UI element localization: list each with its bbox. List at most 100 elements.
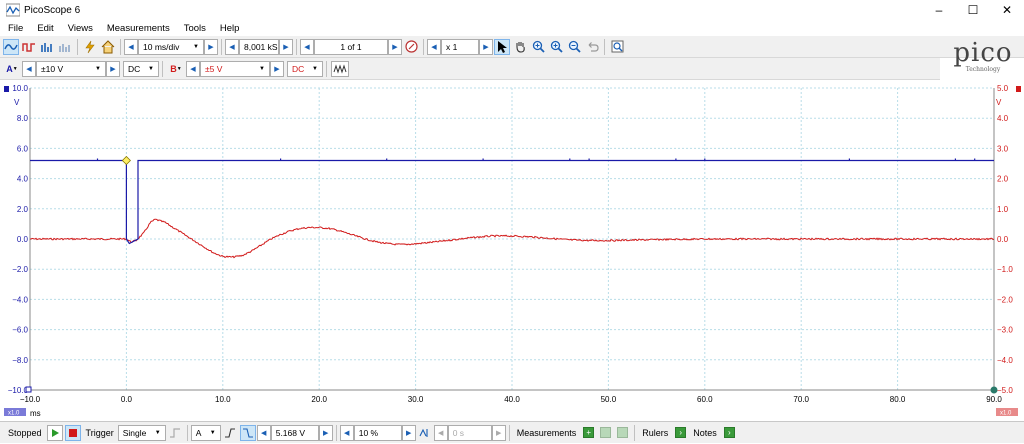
trigger-source-select[interactable]: A ▼ [190, 424, 221, 441]
lightning-icon [85, 40, 95, 53]
channel-a-range-select[interactable]: ±10 V ▼ [36, 60, 106, 77]
timebase-increase-button[interactable]: ▶ [204, 38, 218, 55]
timebase-decrease-button[interactable]: ◀ [124, 38, 138, 55]
hand-tool-button[interactable] [512, 39, 528, 55]
delay-field[interactable]: 0 s [447, 424, 492, 441]
scope-mode-button[interactable] [3, 38, 19, 55]
left-axis-unit: V [14, 98, 20, 107]
samples-field[interactable]: 8,001 kS [239, 38, 279, 55]
zoom-out-button[interactable] [566, 39, 582, 55]
toolbar-separator [77, 38, 78, 55]
menu-measurements[interactable]: Measurements [107, 23, 170, 34]
delete-measurement-button[interactable] [617, 427, 629, 438]
add-measurement-button[interactable]: + [583, 427, 595, 438]
trigger-level-increase[interactable]: ▶ [318, 424, 333, 441]
timebase-select[interactable]: 10 ms/div ▼ [138, 38, 204, 55]
trigger-mode-value: Single [122, 427, 147, 438]
channel-a-offset-handle[interactable] [25, 386, 32, 393]
minimize-button[interactable]: – [922, 0, 956, 20]
samples-decrease-button[interactable]: ◀ [225, 38, 239, 55]
time-tick-label: 80.0 [890, 395, 906, 404]
edit-measurement-button[interactable] [600, 427, 612, 438]
pico-logo: pico Technology [948, 40, 1018, 78]
chevron-down-icon: ▼ [259, 65, 265, 72]
trigger-level-value: 5.168 V [275, 427, 306, 438]
channel-b-options-button[interactable]: B ▼ [167, 61, 185, 77]
rulers-button[interactable]: › [675, 427, 687, 438]
channel-b-axis-marker[interactable] [1016, 86, 1021, 92]
buffer-overview-button[interactable] [403, 39, 419, 55]
pointer-tool-button[interactable] [494, 38, 510, 55]
automotive-button[interactable] [82, 39, 98, 55]
channel-b-coupling-select[interactable]: DC ▼ [287, 60, 323, 77]
buffer-previous-button[interactable]: ◀ [300, 38, 314, 55]
channel-b-range-increase[interactable]: ▶ [270, 60, 284, 77]
channel-b-range-select[interactable]: ±5 V ▼ [200, 60, 270, 77]
channel-b-offset-handle[interactable] [990, 386, 998, 394]
timebase-value: 10 ms/div [143, 41, 180, 52]
buffer-next-button[interactable]: ▶ [388, 38, 402, 55]
home-button[interactable] [100, 39, 116, 55]
delay-increase[interactable]: ▶ [491, 424, 506, 441]
rising-edge-icon [224, 427, 235, 438]
channel-a-range-increase[interactable]: ▶ [106, 60, 120, 77]
persistence-mode-button[interactable] [21, 39, 37, 55]
channel-a-axis-marker[interactable] [4, 86, 9, 92]
right-tick-label: 5.0 [997, 84, 1009, 93]
start-button[interactable] [46, 424, 63, 441]
advanced-trigger-button[interactable] [167, 425, 183, 441]
falling-edge-button[interactable] [239, 424, 256, 441]
spectrum-mode-button[interactable] [39, 39, 55, 55]
channel-a-range: ±10 V [41, 63, 64, 74]
toolbar-separator [296, 38, 297, 55]
samples-increase-button[interactable]: ▶ [279, 38, 293, 55]
pre-trigger-decrease[interactable]: ◀ [339, 424, 354, 441]
oscilloscope-view[interactable]: 10.0 8.0 6.0 4.0 2.0 0.0 −2.0 −4.0 −6.0 −8.0 −10.0… [0, 80, 1024, 420]
zoom-field[interactable]: x 1 [441, 38, 479, 55]
status-bar: Stopped Trigger Single ▼ A ▼ ◀ 5.168 V ▶… [0, 421, 1024, 443]
menu-help[interactable]: Help [220, 23, 240, 34]
right-axis-unit: V [996, 98, 1002, 107]
rising-edge-button[interactable] [222, 425, 238, 441]
channel-a-options-button[interactable]: A ▼ [3, 61, 21, 77]
notes-button[interactable]: › [723, 427, 735, 438]
buffer-navigator[interactable]: 1 of 1 [314, 38, 388, 55]
main-toolbar: ◀ 10 ms/div ▼ ▶ ◀ 8,001 kS ▶ ◀ 1 of 1 ▶ … [0, 36, 1024, 58]
title-bar: PicoScope 6 – ☐ ✕ [0, 0, 1024, 20]
channel-b-range-decrease[interactable]: ◀ [186, 60, 200, 77]
maximize-button[interactable]: ☐ [956, 0, 990, 20]
trigger-level-decrease[interactable]: ◀ [256, 424, 271, 441]
toolbar-separator [423, 38, 424, 55]
zoom-overview-button[interactable] [609, 39, 625, 55]
math-channels-button[interactable] [331, 60, 349, 77]
right-tick-label: 4.0 [997, 114, 1009, 123]
delay-value: 0 s [452, 427, 465, 438]
chevron-down-icon: ▼ [312, 65, 318, 72]
channel-a-range-decrease[interactable]: ◀ [22, 60, 36, 77]
menu-views[interactable]: Views [68, 23, 93, 34]
left-tick-label: 10.0 [12, 84, 28, 93]
left-tick-label: 2.0 [17, 205, 29, 214]
zoom-in-button[interactable] [530, 39, 546, 55]
zoom-increase-button[interactable]: ▶ [479, 38, 493, 55]
pre-trigger-increase[interactable]: ▶ [401, 424, 416, 441]
post-trigger-delay-button[interactable] [417, 425, 433, 441]
undo-zoom-button[interactable] [584, 39, 600, 55]
close-button[interactable]: ✕ [990, 0, 1024, 20]
menu-edit[interactable]: Edit [37, 23, 53, 34]
right-tick-label: 3.0 [997, 144, 1009, 153]
channel-a-coupling-select[interactable]: DC ▼ [123, 60, 159, 77]
stop-button[interactable] [64, 424, 81, 441]
time-tick-label: 10.0 [215, 395, 231, 404]
spectrum-persistence-button[interactable] [57, 39, 73, 55]
zoom-in-alt-button[interactable] [548, 39, 564, 55]
zoom-decrease-button[interactable]: ◀ [427, 38, 441, 55]
delay-decrease[interactable]: ◀ [433, 424, 448, 441]
trigger-mode-select[interactable]: Single ▼ [117, 424, 166, 441]
menu-tools[interactable]: Tools [184, 23, 206, 34]
trigger-level-field[interactable]: 5.168 V [270, 424, 319, 441]
menu-file[interactable]: File [8, 23, 23, 34]
time-tick-label: −10.0 [20, 395, 41, 404]
toolbar-separator [186, 424, 188, 441]
pre-trigger-field[interactable]: 10 % [353, 424, 402, 441]
